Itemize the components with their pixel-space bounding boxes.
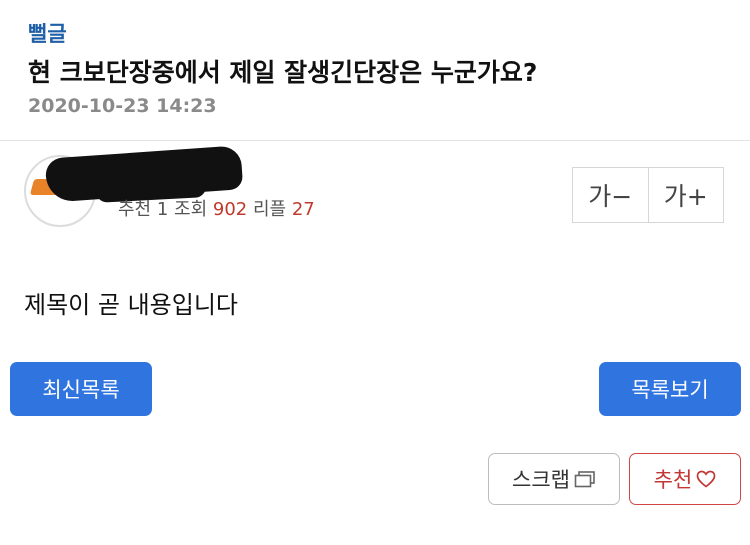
post-category[interactable]: 뻘글 — [28, 18, 67, 48]
recommend-button-label: 추천 — [653, 468, 693, 492]
font-size-controls: 가− 가+ — [572, 167, 724, 223]
post-title: 현 크보단장중에서 제일 잘생긴단장은 누군가요? — [28, 58, 538, 87]
copy-icon — [574, 470, 596, 488]
replies-label: 리플 — [253, 199, 287, 220]
post-stats: 추천 1 조회 902 리플 27 — [118, 195, 315, 221]
post-body: 제목이 곧 내용입니다 — [24, 291, 238, 319]
font-increase-button[interactable]: 가+ — [647, 168, 724, 222]
font-decrease-button[interactable]: 가− — [573, 168, 648, 222]
heart-icon — [696, 470, 716, 488]
view-list-button[interactable]: 목록보기 — [599, 362, 741, 416]
recommend-label: 추천 — [118, 199, 152, 220]
recommend-count: 1 — [156, 199, 169, 220]
replies-count: 27 — [291, 199, 315, 220]
scrap-label: 스크랩 — [512, 468, 570, 492]
post-header: 뻘글 현 크보단장중에서 제일 잘생긴단장은 누군가요? 2020-10-23 … — [0, 0, 750, 141]
views-label: 조회 — [174, 199, 208, 220]
recommend-button[interactable]: 추천 — [629, 453, 741, 505]
scrap-button[interactable]: 스크랩 — [488, 453, 620, 505]
views-count: 902 — [212, 199, 248, 220]
latest-list-button[interactable]: 최신목록 — [10, 362, 152, 416]
post-datetime: 2020-10-23 14:23 — [28, 95, 217, 117]
